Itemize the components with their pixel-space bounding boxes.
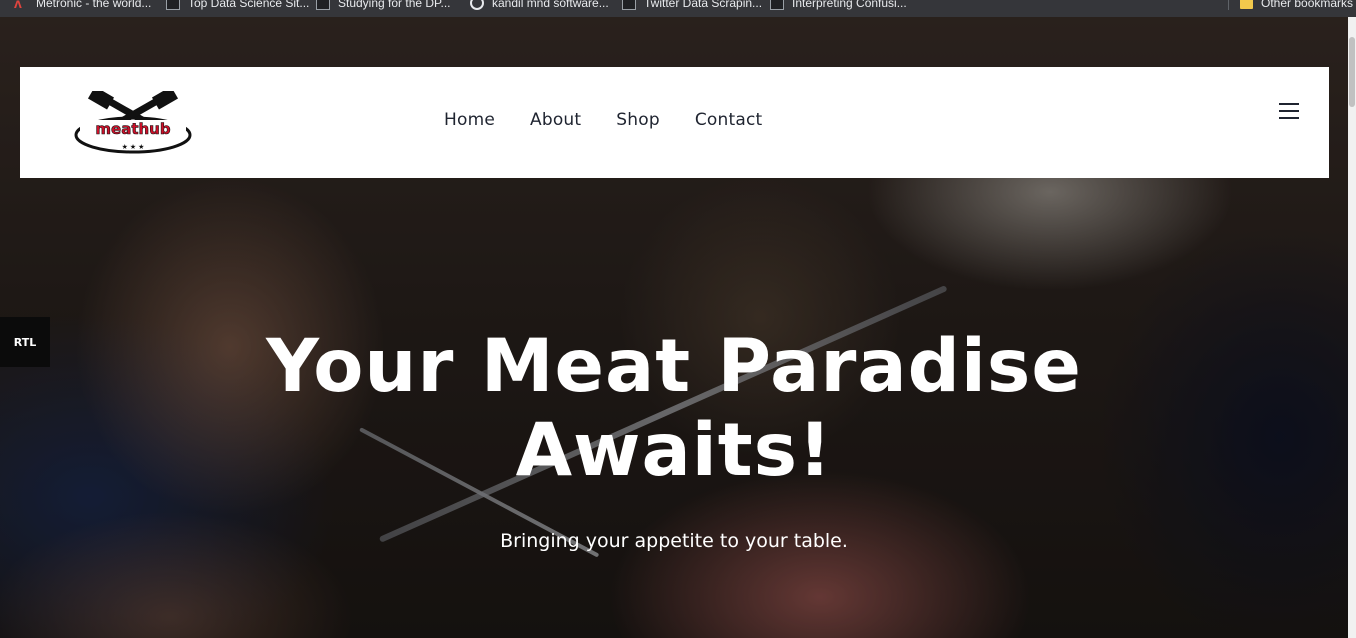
- nav-shop[interactable]: Shop: [616, 110, 660, 130]
- bookmark-item[interactable]: kandil mnd software...: [470, 0, 609, 12]
- main-nav: Home About Shop Contact: [444, 110, 797, 130]
- bookmark-item[interactable]: Twitter Data Scrapin...: [622, 0, 762, 12]
- page-scrollbar[interactable]: [1348, 17, 1356, 638]
- site-icon: [166, 0, 180, 10]
- nav-about[interactable]: About: [530, 110, 581, 130]
- hero-title-line-2: Awaits!: [515, 408, 833, 493]
- bookmark-label: Metronic - the world...: [36, 0, 152, 10]
- metronic-icon: ʌ: [14, 0, 22, 11]
- hero-subtitle: Bringing your appetite to your table.: [500, 530, 848, 552]
- scrollbar-thumb[interactable]: [1349, 37, 1355, 107]
- logo-text: meathub: [95, 120, 170, 138]
- bookmark-label: Interpreting Confusi...: [792, 0, 907, 10]
- site-icon: [622, 0, 636, 10]
- bookmarks-bar: ʌ Metronic - the world... Top Data Scien…: [0, 0, 1356, 17]
- other-bookmarks-label: Other bookmarks: [1261, 0, 1354, 10]
- bookmark-item[interactable]: ʌ Metronic - the world...: [14, 0, 151, 12]
- hero-title: Your Meat Paradise Awaits!: [240, 325, 1108, 493]
- meathub-logo-icon: meathub ★ ★ ★: [74, 86, 192, 154]
- bookmark-label: Twitter Data Scrapin...: [644, 0, 763, 10]
- site-icon: [316, 0, 330, 10]
- bookmark-item[interactable]: Studying for the DP...: [316, 0, 451, 12]
- bookmark-label: Studying for the DP...: [338, 0, 451, 10]
- nav-home[interactable]: Home: [444, 110, 495, 130]
- rtl-toggle-button[interactable]: RTL: [0, 317, 50, 367]
- bookmarks-divider: [1228, 0, 1229, 10]
- folder-icon: [1240, 0, 1253, 9]
- other-bookmarks[interactable]: Other bookmarks: [1240, 0, 1353, 12]
- site-logo[interactable]: meathub ★ ★ ★: [72, 86, 194, 155]
- hamburger-menu-icon[interactable]: [1279, 103, 1299, 121]
- globe-icon: [470, 0, 484, 10]
- bookmark-label: kandil mnd software...: [492, 0, 609, 10]
- bookmark-item[interactable]: Interpreting Confusi...: [770, 0, 907, 12]
- site-header: meathub ★ ★ ★ Home About Shop Contact: [20, 67, 1329, 178]
- site-icon: [770, 0, 784, 10]
- bookmark-item[interactable]: Top Data Science Sit...: [166, 0, 309, 12]
- svg-text:★ ★ ★: ★ ★ ★: [122, 143, 145, 151]
- bookmark-label: Top Data Science Sit...: [188, 0, 310, 10]
- nav-contact[interactable]: Contact: [695, 110, 763, 130]
- hero-title-line-1: Your Meat Paradise: [266, 324, 1082, 409]
